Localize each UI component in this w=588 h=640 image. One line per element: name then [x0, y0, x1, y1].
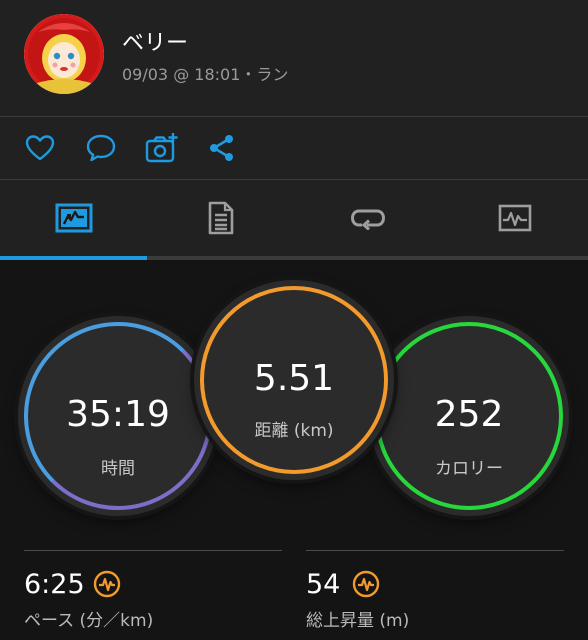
- calories-label: カロリー: [435, 459, 503, 479]
- document-icon: [207, 201, 235, 239]
- stats-row: 6:25 ペース (分／km) 54 総上昇量 (m): [0, 540, 588, 640]
- user-name[interactable]: ベリー: [122, 25, 188, 57]
- elevation-divider: [306, 550, 564, 551]
- summary-rings: 35:19 時間 252 カロリー 5.51 距離 (km): [0, 260, 588, 540]
- elevation-label: 総上昇量 (m): [306, 611, 410, 631]
- activity-meta: 09/03 @ 18:01・ラン: [122, 65, 289, 84]
- elevation-value: 54: [306, 569, 341, 600]
- time-value: 35:19: [66, 394, 170, 435]
- distance-value: 5.51: [253, 358, 335, 399]
- activity-header: ベリー 09/03 @ 18:01・ラン: [0, 0, 588, 116]
- distance-ring[interactable]: 5.51 距離 (km): [194, 280, 394, 480]
- action-bar: [0, 117, 588, 179]
- activity-badge-icon[interactable]: [352, 570, 380, 598]
- tab-laps[interactable]: [294, 180, 441, 260]
- loop-icon: [350, 206, 386, 234]
- time-ring[interactable]: 35:19 時間: [18, 316, 218, 516]
- tab-details[interactable]: [147, 180, 294, 260]
- calories-ring[interactable]: 252 カロリー: [369, 316, 569, 516]
- tab-summary[interactable]: [0, 180, 147, 260]
- comment-icon[interactable]: [84, 131, 118, 165]
- share-icon[interactable]: [205, 131, 239, 165]
- time-label: 時間: [101, 459, 135, 479]
- summary-icon: [55, 203, 93, 237]
- distance-label: 距離 (km): [254, 421, 334, 441]
- pace-value: 6:25: [24, 569, 85, 600]
- activity-badge-icon[interactable]: [93, 570, 121, 598]
- avatar[interactable]: [24, 14, 104, 94]
- add-photo-icon[interactable]: [145, 131, 179, 165]
- chart-icon: [498, 204, 532, 236]
- tab-charts[interactable]: [441, 180, 588, 260]
- tab-bar: [0, 180, 588, 260]
- heart-icon[interactable]: [23, 131, 57, 165]
- pace-divider: [24, 550, 282, 551]
- pace-label: ペース (分／km): [24, 611, 154, 631]
- calories-value: 252: [434, 394, 504, 435]
